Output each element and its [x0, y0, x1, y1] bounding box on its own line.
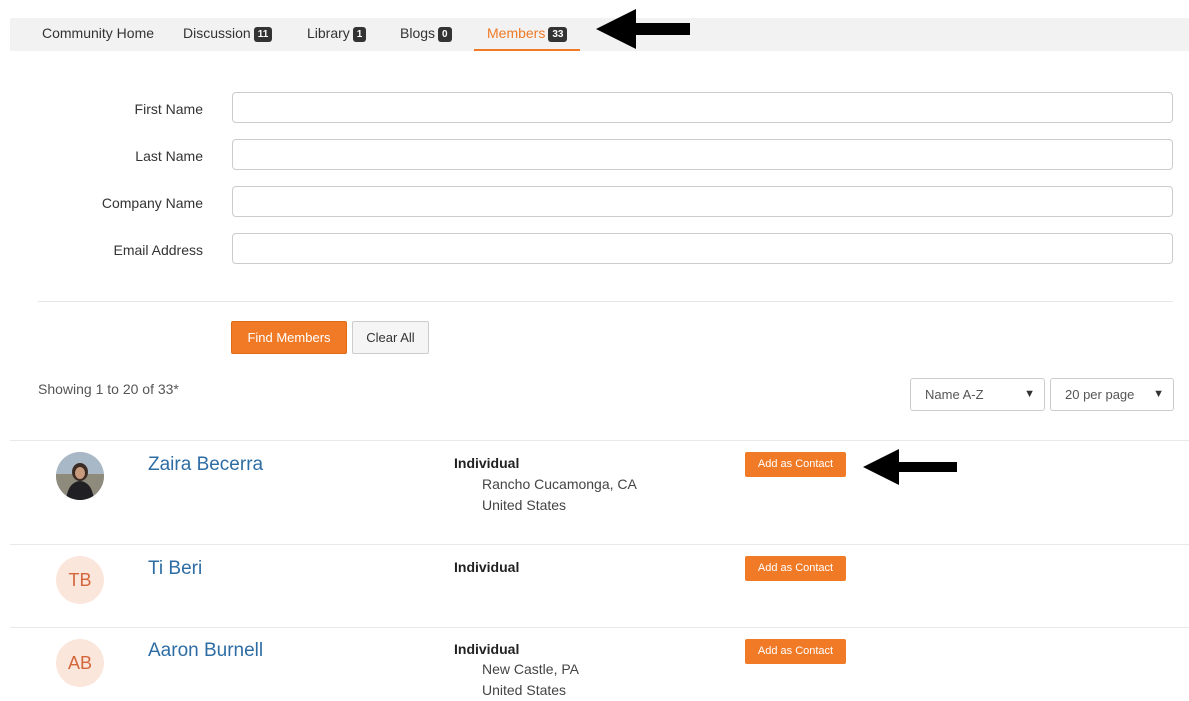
tab-blogs[interactable]: Blogs 0 — [400, 18, 452, 49]
sort-selected-value: Name A-Z — [925, 387, 984, 402]
count-badge: 0 — [438, 27, 452, 42]
count-badge: 11 — [253, 27, 273, 42]
member-type: Individual — [454, 455, 520, 471]
add-as-contact-button[interactable]: Add as Contact — [745, 639, 846, 664]
first-name-input[interactable] — [232, 92, 1173, 123]
avatar-photo — [56, 452, 104, 500]
tab-discussion[interactable]: Discussion 11 — [183, 18, 273, 49]
company-name-input[interactable] — [232, 186, 1173, 217]
add-as-contact-button[interactable]: Add as Contact — [745, 452, 846, 477]
per-page-selected-value: 20 per page — [1065, 387, 1135, 402]
company-name-label: Company Name — [101, 195, 203, 211]
member-country: United States — [482, 497, 567, 513]
member-name-link[interactable]: Aaron Burnell — [148, 640, 263, 662]
find-members-button[interactable]: Find Members — [231, 321, 347, 354]
member-location: Rancho Cucamonga, CA United States — [482, 474, 637, 516]
member-city: New Castle, PA — [482, 661, 579, 677]
avatar[interactable]: TB — [56, 556, 104, 604]
member-location: New Castle, PA United States — [482, 659, 579, 701]
member-type: Individual — [454, 641, 520, 657]
avatar[interactable]: AB — [56, 639, 104, 687]
row-divider — [10, 627, 1189, 628]
results-count: Showing 1 to 20 of 33* — [38, 381, 179, 397]
member-city: Rancho Cucamonga, CA — [482, 476, 637, 492]
form-divider — [38, 301, 1173, 302]
sort-select[interactable]: Name A-Z ▼ — [910, 378, 1045, 411]
row-divider — [10, 440, 1189, 441]
tab-label: Library — [307, 25, 350, 41]
tab-members[interactable]: Members 33 — [474, 18, 581, 51]
tab-community-home[interactable]: Community Home — [42, 18, 154, 49]
member-type: Individual — [454, 559, 520, 575]
avatar[interactable] — [56, 452, 104, 500]
member-name-link[interactable]: Ti Beri — [148, 558, 202, 580]
tab-label: Blogs — [400, 25, 436, 41]
chevron-down-icon: ▼ — [1024, 388, 1035, 400]
email-address-label: Email Address — [113, 242, 203, 258]
chevron-down-icon: ▼ — [1153, 388, 1164, 400]
count-badge: 1 — [352, 27, 367, 42]
first-name-label: First Name — [134, 101, 203, 117]
last-name-label: Last Name — [135, 148, 203, 164]
tab-label: Community Home — [42, 25, 155, 41]
add-as-contact-button[interactable]: Add as Contact — [745, 556, 846, 581]
count-badge: 33 — [548, 27, 568, 42]
arrow-left-icon — [596, 9, 690, 49]
member-name-link[interactable]: Zaira Becerra — [148, 454, 263, 476]
last-name-input[interactable] — [232, 139, 1173, 170]
arrow-left-icon — [863, 449, 957, 485]
clear-all-button[interactable]: Clear All — [352, 321, 429, 354]
row-divider — [10, 544, 1189, 545]
tab-label: Members — [487, 25, 546, 41]
per-page-select[interactable]: 20 per page ▼ — [1050, 378, 1174, 411]
tab-library[interactable]: Library 1 — [307, 18, 367, 49]
tab-label: Discussion — [183, 25, 251, 41]
email-address-input[interactable] — [232, 233, 1173, 264]
